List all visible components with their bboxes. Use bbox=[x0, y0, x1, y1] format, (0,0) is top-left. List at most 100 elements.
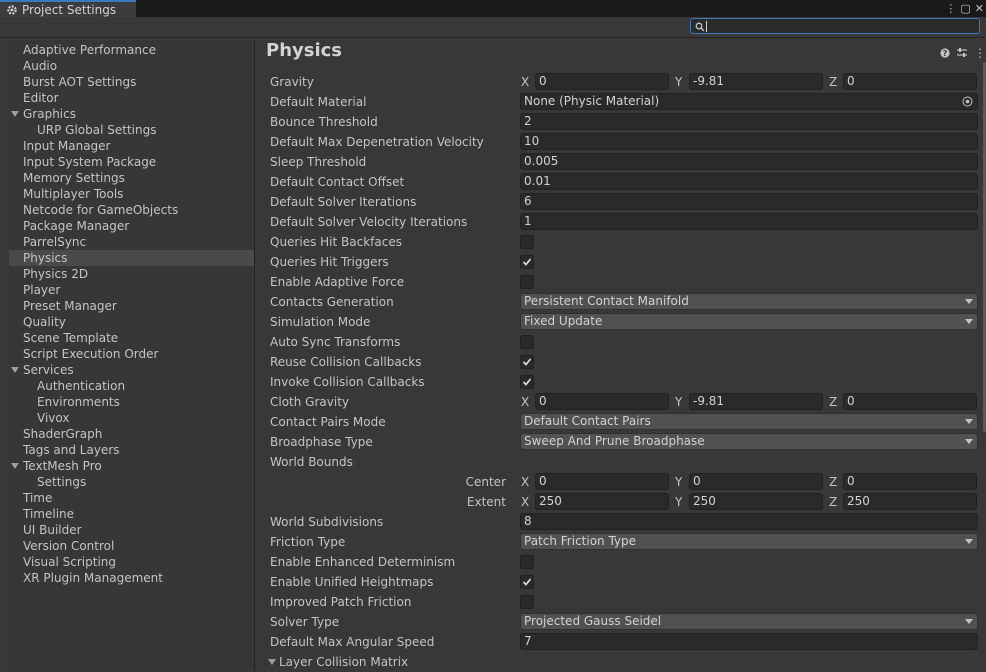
more-menu-icon[interactable]: ⋮ bbox=[945, 3, 956, 14]
number-field[interactable]: 7 bbox=[520, 633, 978, 650]
dropdown[interactable]: Patch Friction Type bbox=[520, 533, 978, 550]
sidebar-item[interactable]: Version Control bbox=[9, 538, 254, 554]
sidebar-item[interactable]: Input Manager bbox=[9, 138, 254, 154]
vector-y-field[interactable]: 250 bbox=[689, 493, 823, 510]
checkbox[interactable] bbox=[520, 355, 534, 369]
number-field[interactable]: 8 bbox=[520, 513, 978, 530]
sidebar-item[interactable]: Scene Template bbox=[9, 330, 254, 346]
chevron-down-icon bbox=[965, 439, 973, 444]
sidebar-item[interactable]: TextMesh Pro bbox=[9, 458, 254, 474]
settings-panel: Physics ? ⋮ Gravity X 0 Y -9.81 Z 0 Default Mat… bbox=[256, 38, 986, 671]
sidebar-item[interactable]: Multiplayer Tools bbox=[9, 186, 254, 202]
sidebar-item[interactable]: ShaderGraph bbox=[9, 426, 254, 442]
sidebar-item[interactable]: Environments bbox=[9, 394, 254, 410]
sidebar-item[interactable]: Authentication bbox=[9, 378, 254, 394]
field-label: Queries Hit Backfaces bbox=[270, 235, 402, 249]
dropdown-value: Persistent Contact Manifold bbox=[524, 294, 689, 308]
foldout-arrow-icon[interactable] bbox=[11, 367, 19, 373]
foldout-arrow-icon[interactable] bbox=[268, 659, 276, 665]
vector-x-field[interactable]: 0 bbox=[535, 393, 669, 410]
tab-project-settings[interactable]: Project Settings bbox=[0, 0, 136, 17]
sidebar-item[interactable]: Memory Settings bbox=[9, 170, 254, 186]
number-field[interactable]: 2 bbox=[520, 113, 978, 130]
checkbox[interactable] bbox=[520, 235, 534, 249]
field-label: Enable Unified Heightmaps bbox=[270, 575, 434, 589]
sidebar-item[interactable]: Tags and Layers bbox=[9, 442, 254, 458]
sidebar-item-label: Netcode for GameObjects bbox=[23, 203, 179, 217]
checkbox[interactable] bbox=[520, 335, 534, 349]
sidebar-item[interactable]: XR Plugin Management bbox=[9, 570, 254, 586]
vector-z-field[interactable]: 250 bbox=[843, 493, 977, 510]
vector-y-field[interactable]: -9.81 bbox=[689, 73, 823, 90]
dropdown[interactable]: Fixed Update bbox=[520, 313, 978, 330]
sidebar-item[interactable]: Audio bbox=[9, 58, 254, 74]
sidebar-item[interactable]: ParrelSync bbox=[9, 234, 254, 250]
checkbox[interactable] bbox=[520, 575, 534, 589]
close-icon[interactable]: ✕ bbox=[975, 3, 984, 14]
sidebar-item[interactable]: UI Builder bbox=[9, 522, 254, 538]
sidebar-item[interactable]: Preset Manager bbox=[9, 298, 254, 314]
sidebar-item[interactable]: Time bbox=[9, 490, 254, 506]
dropdown[interactable]: Persistent Contact Manifold bbox=[520, 293, 978, 310]
checkbox[interactable] bbox=[520, 255, 534, 269]
number-field[interactable]: 10 bbox=[520, 133, 978, 150]
dropdown[interactable]: Default Contact Pairs bbox=[520, 413, 978, 430]
sidebar-item[interactable]: Player bbox=[9, 282, 254, 298]
number-field[interactable]: 0.005 bbox=[520, 153, 978, 170]
checkbox[interactable] bbox=[520, 595, 534, 609]
vector-z-field[interactable]: 0 bbox=[843, 73, 977, 90]
sidebar-item[interactable]: Settings bbox=[9, 474, 254, 490]
sidebar-item-label: URP Global Settings bbox=[37, 123, 157, 137]
search-input[interactable] bbox=[690, 18, 980, 34]
dropdown[interactable]: Sweep And Prune Broadphase bbox=[520, 433, 978, 450]
sidebar-item[interactable]: Script Execution Order bbox=[9, 346, 254, 362]
vector-z-field[interactable]: 0 bbox=[843, 393, 977, 410]
sidebar-item[interactable]: Vivox bbox=[9, 410, 254, 426]
sidebar-item[interactable]: Burst AOT Settings bbox=[9, 74, 254, 90]
sidebar-item[interactable]: Input System Package bbox=[9, 154, 254, 170]
sidebar-item[interactable]: Timeline bbox=[9, 506, 254, 522]
vector-z-field[interactable]: 0 bbox=[843, 473, 977, 490]
sidebar-item[interactable]: Graphics bbox=[9, 106, 254, 122]
maximize-icon[interactable]: ▢ bbox=[960, 3, 970, 14]
sidebar-item[interactable]: Physics 2D bbox=[9, 266, 254, 282]
vector-x-field[interactable]: 0 bbox=[535, 473, 669, 490]
sidebar-item[interactable]: URP Global Settings bbox=[9, 122, 254, 138]
checkbox[interactable] bbox=[520, 275, 534, 289]
sidebar-item-label: Physics bbox=[23, 251, 68, 265]
number-field[interactable]: 0.01 bbox=[520, 173, 978, 190]
sidebar-item[interactable]: Editor bbox=[9, 90, 254, 106]
checkbox[interactable] bbox=[520, 375, 534, 389]
axis-label-x: X bbox=[521, 495, 530, 509]
field-label: Simulation Mode bbox=[270, 315, 371, 329]
object-picker-icon[interactable] bbox=[962, 96, 973, 107]
field-label: Default Max Angular Speed bbox=[270, 635, 435, 649]
object-field[interactable]: None (Physic Material) bbox=[520, 93, 978, 110]
sidebar-item[interactable]: Quality bbox=[9, 314, 254, 330]
sidebar-item[interactable]: Netcode for GameObjects bbox=[9, 202, 254, 218]
sidebar-item[interactable]: Visual Scripting bbox=[9, 554, 254, 570]
foldout-layer-collision-matrix[interactable]: Layer Collision Matrix bbox=[268, 652, 408, 672]
gear-icon bbox=[6, 4, 18, 16]
number-field[interactable]: 1 bbox=[520, 213, 978, 230]
axis-label-z: Z bbox=[829, 475, 838, 489]
presets-icon[interactable] bbox=[956, 47, 968, 59]
foldout-arrow-icon[interactable] bbox=[11, 463, 19, 469]
sidebar-item-label: Multiplayer Tools bbox=[23, 187, 124, 201]
number-field[interactable]: 6 bbox=[520, 193, 978, 210]
sidebar-item[interactable]: Package Manager bbox=[9, 218, 254, 234]
vector-y-field[interactable]: 0 bbox=[689, 473, 823, 490]
sidebar-item[interactable]: Services bbox=[9, 362, 254, 378]
foldout-arrow-icon[interactable] bbox=[11, 111, 19, 117]
sidebar-item[interactable]: Physics bbox=[9, 250, 254, 266]
vector-x-field[interactable]: 250 bbox=[535, 493, 669, 510]
sidebar-item[interactable]: Adaptive Performance bbox=[9, 42, 254, 58]
dropdown-value: Sweep And Prune Broadphase bbox=[524, 434, 705, 448]
vector-x-field[interactable]: 0 bbox=[535, 73, 669, 90]
dropdown[interactable]: Projected Gauss Seidel bbox=[520, 613, 978, 630]
more-menu-icon[interactable]: ⋮ bbox=[974, 46, 986, 60]
help-icon[interactable]: ? bbox=[940, 48, 950, 58]
sidebar-item-label: Quality bbox=[23, 315, 66, 329]
vector-y-field[interactable]: -9.81 bbox=[689, 393, 823, 410]
checkbox[interactable] bbox=[520, 555, 534, 569]
